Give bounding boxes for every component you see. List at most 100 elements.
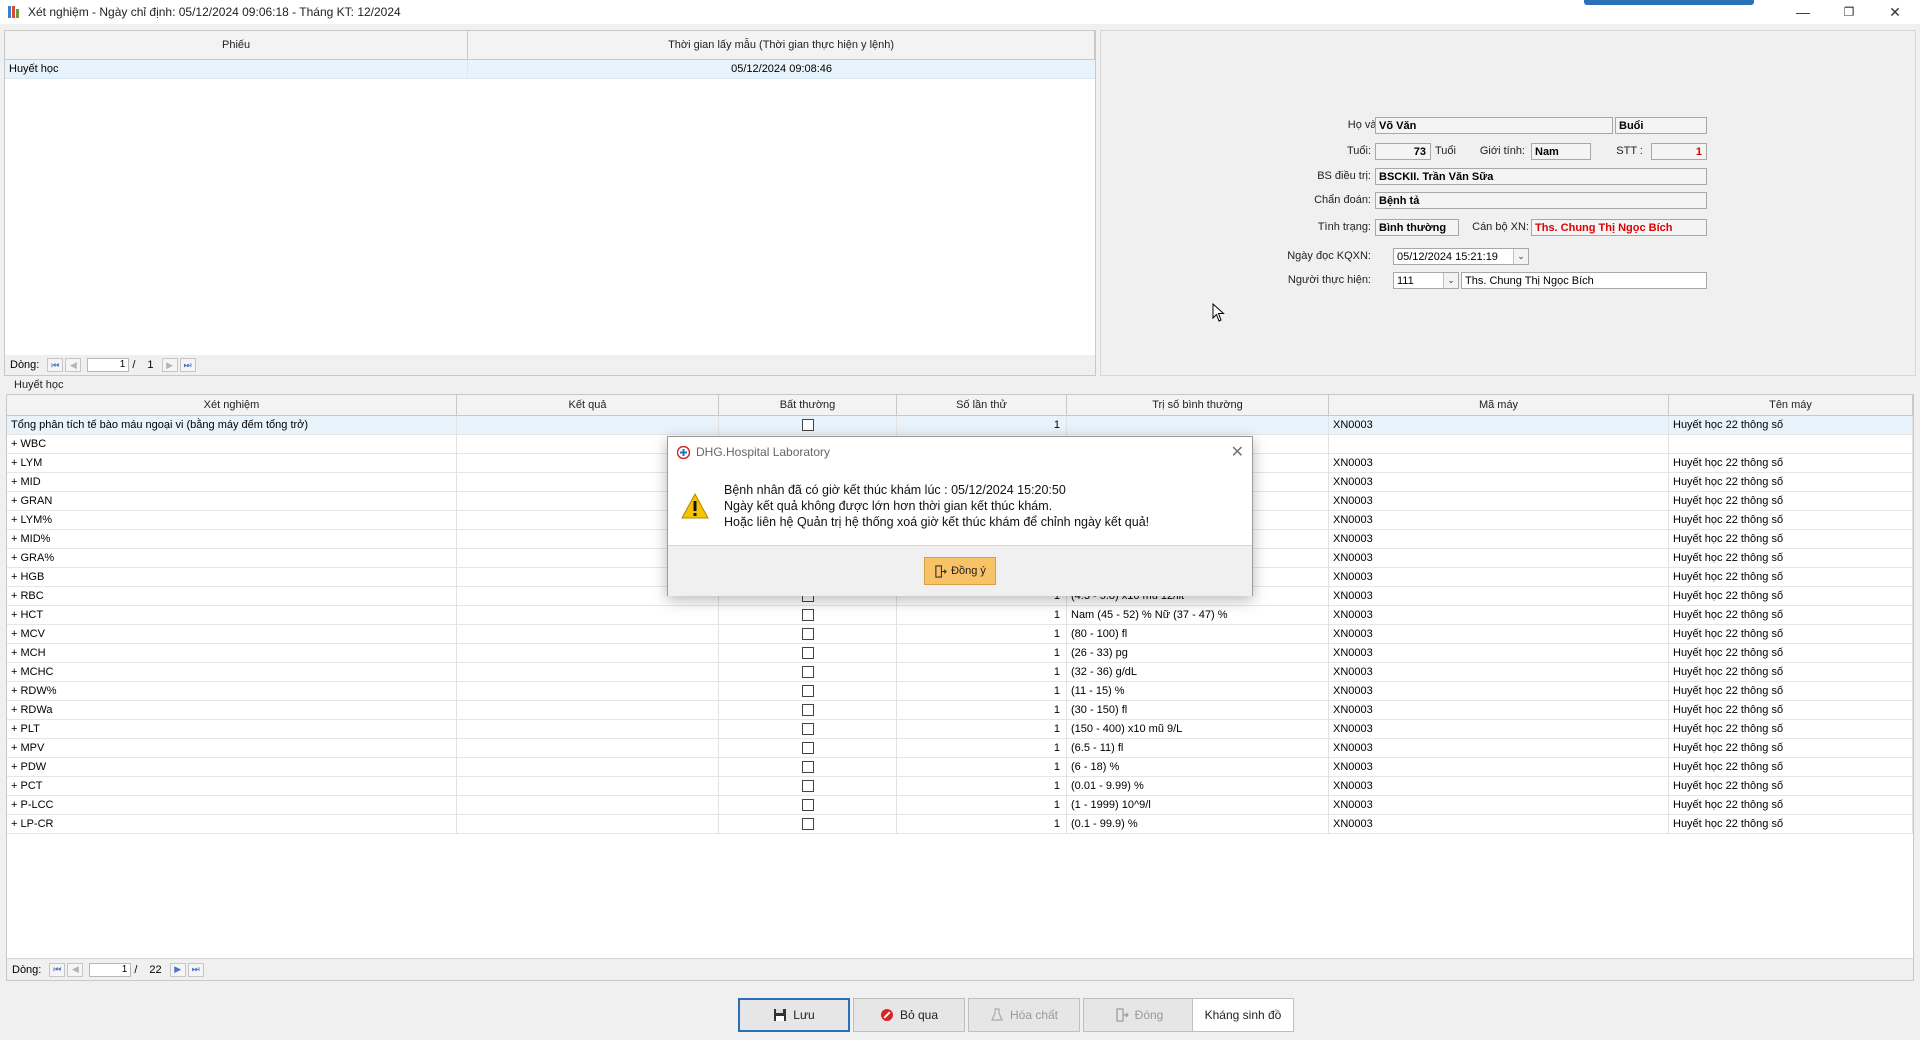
cell-attempts: 1: [897, 700, 1067, 720]
cell-result[interactable]: [457, 757, 719, 777]
cell-machine-name: Huyết học 22 thông số: [1669, 453, 1913, 473]
sample-pager: Dòng: ⏮ ◀ 1 / 1 ▶ ⏭: [5, 355, 1095, 375]
chevron-down-icon[interactable]: ⌄: [1513, 249, 1528, 264]
cell-result[interactable]: [457, 624, 719, 644]
col-machine-code[interactable]: Mã máy: [1329, 395, 1669, 415]
table-row[interactable]: + PCT 1 (0.01 - 9.99) % XN0003 Huyết học 22 …: [7, 776, 1913, 796]
table-row[interactable]: + MCHC 1 (32 - 36) g/dL XN0003 Huyết học 22 …: [7, 662, 1913, 682]
col-machine-name[interactable]: Tên máy: [1669, 395, 1913, 415]
prev-page-icon[interactable]: ◀: [67, 962, 84, 977]
page-input[interactable]: 1: [89, 962, 132, 977]
table-row[interactable]: + MCH 1 (26 - 33) pg XN0003 Huyết học 22 thô…: [7, 643, 1913, 663]
cell-result[interactable]: [457, 795, 719, 815]
table-row[interactable]: + LP-CR 1 (0.1 - 99.9) % XN0003 Huyết học 22…: [7, 814, 1913, 834]
session-field[interactable]: Buổi: [1615, 117, 1707, 134]
abnormal-checkbox[interactable]: [801, 818, 814, 830]
chemicals-button[interactable]: Hóa chất: [968, 998, 1080, 1032]
table-row[interactable]: + HCT 1 Nam (45 - 52) % Nữ (37 - 47) % XN00…: [7, 605, 1913, 625]
doctor-field[interactable]: BSCKII. Trần Văn Sữa: [1375, 168, 1707, 185]
next-page-icon[interactable]: ▶: [169, 962, 186, 977]
table-row[interactable]: + P-LCC 1 (1 - 1999) 10^9/l XN0003 Huyết học…: [7, 795, 1913, 815]
patient-name-field[interactable]: Võ Văn: [1375, 117, 1613, 134]
abnormal-checkbox[interactable]: [801, 780, 814, 792]
cell-result[interactable]: [457, 415, 719, 435]
abnormal-checkbox[interactable]: [801, 685, 814, 697]
abnormal-checkbox[interactable]: [801, 666, 814, 678]
restore-button[interactable]: ❐: [1826, 0, 1872, 24]
minimize-button[interactable]: —: [1780, 0, 1826, 24]
col-phieu[interactable]: Phiếu: [5, 31, 469, 59]
dialog-close-icon[interactable]: ✕: [1231, 442, 1244, 462]
abnormal-checkbox[interactable]: [801, 419, 814, 431]
col-attempts[interactable]: Số lần thử: [897, 395, 1067, 415]
gender-field[interactable]: Nam: [1531, 143, 1591, 160]
cell-result[interactable]: [457, 738, 719, 758]
abnormal-checkbox[interactable]: [801, 704, 814, 716]
skip-button[interactable]: Bỏ qua: [853, 998, 965, 1032]
prev-page-icon[interactable]: ◀: [65, 358, 82, 372]
cell-result[interactable]: [457, 662, 719, 682]
cell-result[interactable]: [457, 605, 719, 625]
abnormal-checkbox[interactable]: [801, 799, 814, 811]
read-date-picker[interactable]: 05/12/2024 15:21:19 ⌄: [1393, 248, 1529, 265]
col-test[interactable]: Xét nghiệm: [7, 395, 457, 415]
cell-machine-code: XN0003: [1329, 681, 1669, 701]
cell-machine-code: XN0003: [1329, 719, 1669, 739]
cell-result[interactable]: [457, 643, 719, 663]
col-abnormal[interactable]: Bất thường: [719, 395, 897, 415]
abnormal-checkbox[interactable]: [801, 723, 814, 735]
close-button[interactable]: ✕: [1872, 0, 1918, 24]
abnormal-checkbox[interactable]: [801, 761, 814, 773]
next-page-icon[interactable]: ▶: [161, 358, 178, 372]
performer-code-select[interactable]: 111 ⌄: [1393, 272, 1459, 289]
cell-normal-range: Nam (45 - 52) % Nữ (37 - 47) %: [1067, 605, 1329, 625]
stt-field[interactable]: 1: [1651, 143, 1707, 160]
sample-row-phieu: Huyết học: [5, 59, 469, 79]
col-sample-time[interactable]: Thời gian lấy mẫu (Thời gian thực hiện y…: [468, 31, 1095, 59]
diagnosis-field[interactable]: Bệnh tả: [1375, 192, 1707, 209]
staff-label: Cán bộ XN:: [1472, 221, 1529, 233]
status-field[interactable]: Bình thường: [1375, 219, 1459, 236]
page-input[interactable]: 1: [87, 358, 130, 372]
cell-test: + MCHC: [7, 662, 457, 682]
sample-grid-header: Phiếu Thời gian lấy mẫu (Thời gian thực …: [5, 31, 1095, 60]
save-button[interactable]: Lưu: [738, 998, 850, 1032]
table-row[interactable]: + PLT 1 (150 - 400) x10 mũ 9/L XN0003 Huyết …: [7, 719, 1913, 739]
col-result[interactable]: Kết quả: [457, 395, 719, 415]
antibiogram-button[interactable]: Kháng sinh đồ: [1192, 998, 1294, 1032]
table-row[interactable]: + MCV 1 (80 - 100) fl XN0003 Huyết học 22 th…: [7, 624, 1913, 644]
skip-label: Bỏ qua: [899, 1008, 939, 1022]
cell-result[interactable]: [457, 719, 719, 739]
chevron-down-icon[interactable]: ⌄: [1443, 273, 1458, 288]
close-action-button[interactable]: Đóng: [1083, 998, 1195, 1032]
cell-result[interactable]: [457, 700, 719, 720]
staff-field[interactable]: Ths. Chung Thị Ngọc Bích: [1531, 219, 1707, 236]
table-row[interactable]: + RDWa 1 (30 - 150) fl XN0003 Huyết học 22 t…: [7, 700, 1913, 720]
cell-result[interactable]: [457, 681, 719, 701]
table-row[interactable]: + RDW% 1 (11 - 15) % XN0003 Huyết học 22 thô…: [7, 681, 1913, 701]
cell-machine-code: XN0003: [1329, 567, 1669, 587]
first-page-icon[interactable]: ⏮: [47, 358, 64, 372]
cell-test: + GRAN: [7, 491, 457, 511]
cell-machine-name: Huyết học 22 thông số: [1669, 529, 1913, 549]
abnormal-checkbox[interactable]: [801, 647, 814, 659]
abnormal-checkbox[interactable]: [801, 628, 814, 640]
table-row[interactable]: + MPV 1 (6.5 - 11) fl XN0003 Huyết học 22 th…: [7, 738, 1913, 758]
last-page-icon[interactable]: ⏭: [187, 962, 204, 977]
cell-result[interactable]: [457, 776, 719, 796]
cell-result[interactable]: [457, 814, 719, 834]
abnormal-checkbox[interactable]: [801, 742, 814, 754]
table-row[interactable]: + PDW 1 (6 - 18) % XN0003 Huyết học 22 thông…: [7, 757, 1913, 777]
performer-name-field[interactable]: Ths. Chung Thị Ngọc Bích: [1461, 272, 1707, 289]
first-page-icon[interactable]: ⏮: [49, 962, 66, 977]
flask-icon: [990, 1008, 1004, 1022]
abnormal-checkbox[interactable]: [801, 609, 814, 621]
cell-machine-code: [1329, 434, 1669, 454]
table-row[interactable]: Tổng phân tích tế bào máu ngoại vi (bằng…: [7, 415, 1913, 435]
col-normal-range[interactable]: Trị số bình thường: [1067, 395, 1329, 415]
ok-button[interactable]: Đồng ý: [924, 557, 996, 585]
age-field[interactable]: 73: [1375, 143, 1431, 160]
sample-row[interactable]: Huyết học 05/12/2024 09:08:46: [5, 59, 1095, 79]
cell-attempts: 1: [897, 662, 1067, 682]
last-page-icon[interactable]: ⏭: [179, 358, 196, 372]
